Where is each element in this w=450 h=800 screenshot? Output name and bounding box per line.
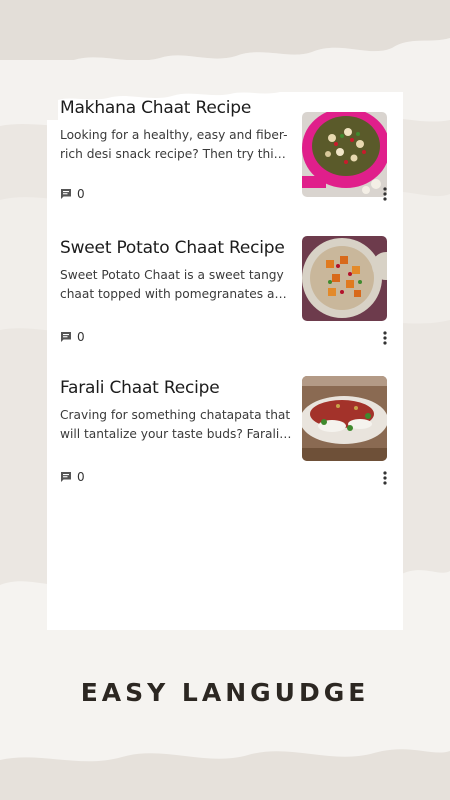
makhana-chaat-photo[interactable] xyxy=(302,112,387,197)
comment-count: 0 xyxy=(77,330,85,344)
comment-count: 0 xyxy=(77,470,85,484)
more-vertical-icon[interactable] xyxy=(377,470,393,486)
farali-chaat-photo[interactable] xyxy=(302,376,387,461)
comment-count-row[interactable]: 0 xyxy=(60,469,85,485)
more-vertical-icon[interactable] xyxy=(377,186,393,202)
comment-icon xyxy=(61,332,71,342)
comment-icon xyxy=(61,189,71,199)
promo-caption: EASY LANGUDGE xyxy=(80,678,370,707)
post-excerpt: Sweet Potato Chaat is a sweet tangy chaa… xyxy=(60,268,290,301)
comment-count: 0 xyxy=(77,187,85,201)
more-vertical-icon[interactable] xyxy=(377,330,393,346)
comment-count-row[interactable]: 0 xyxy=(60,186,85,202)
post-title[interactable]: Sweet Potato Chaat Recipe xyxy=(60,238,300,258)
post-item[interactable]: Sweet Potato Chaat Recipe Sweet Potato C… xyxy=(47,236,403,378)
post-list-card: Makhana Chaat Recipe Looking for a healt… xyxy=(47,92,403,630)
post-item[interactable]: Farali Chaat Recipe Craving for somethin… xyxy=(47,376,403,518)
comment-count-row[interactable]: 0 xyxy=(60,329,85,345)
sweet-potato-chaat-photo[interactable] xyxy=(302,236,387,321)
post-excerpt: Craving for something chatapata that wil… xyxy=(60,408,291,441)
post-title[interactable]: Farali Chaat Recipe xyxy=(60,378,300,398)
torn-paper-overlay xyxy=(0,60,450,120)
comment-icon xyxy=(61,472,71,482)
post-excerpt: Looking for a healthy, easy and fiber-ri… xyxy=(60,128,288,161)
